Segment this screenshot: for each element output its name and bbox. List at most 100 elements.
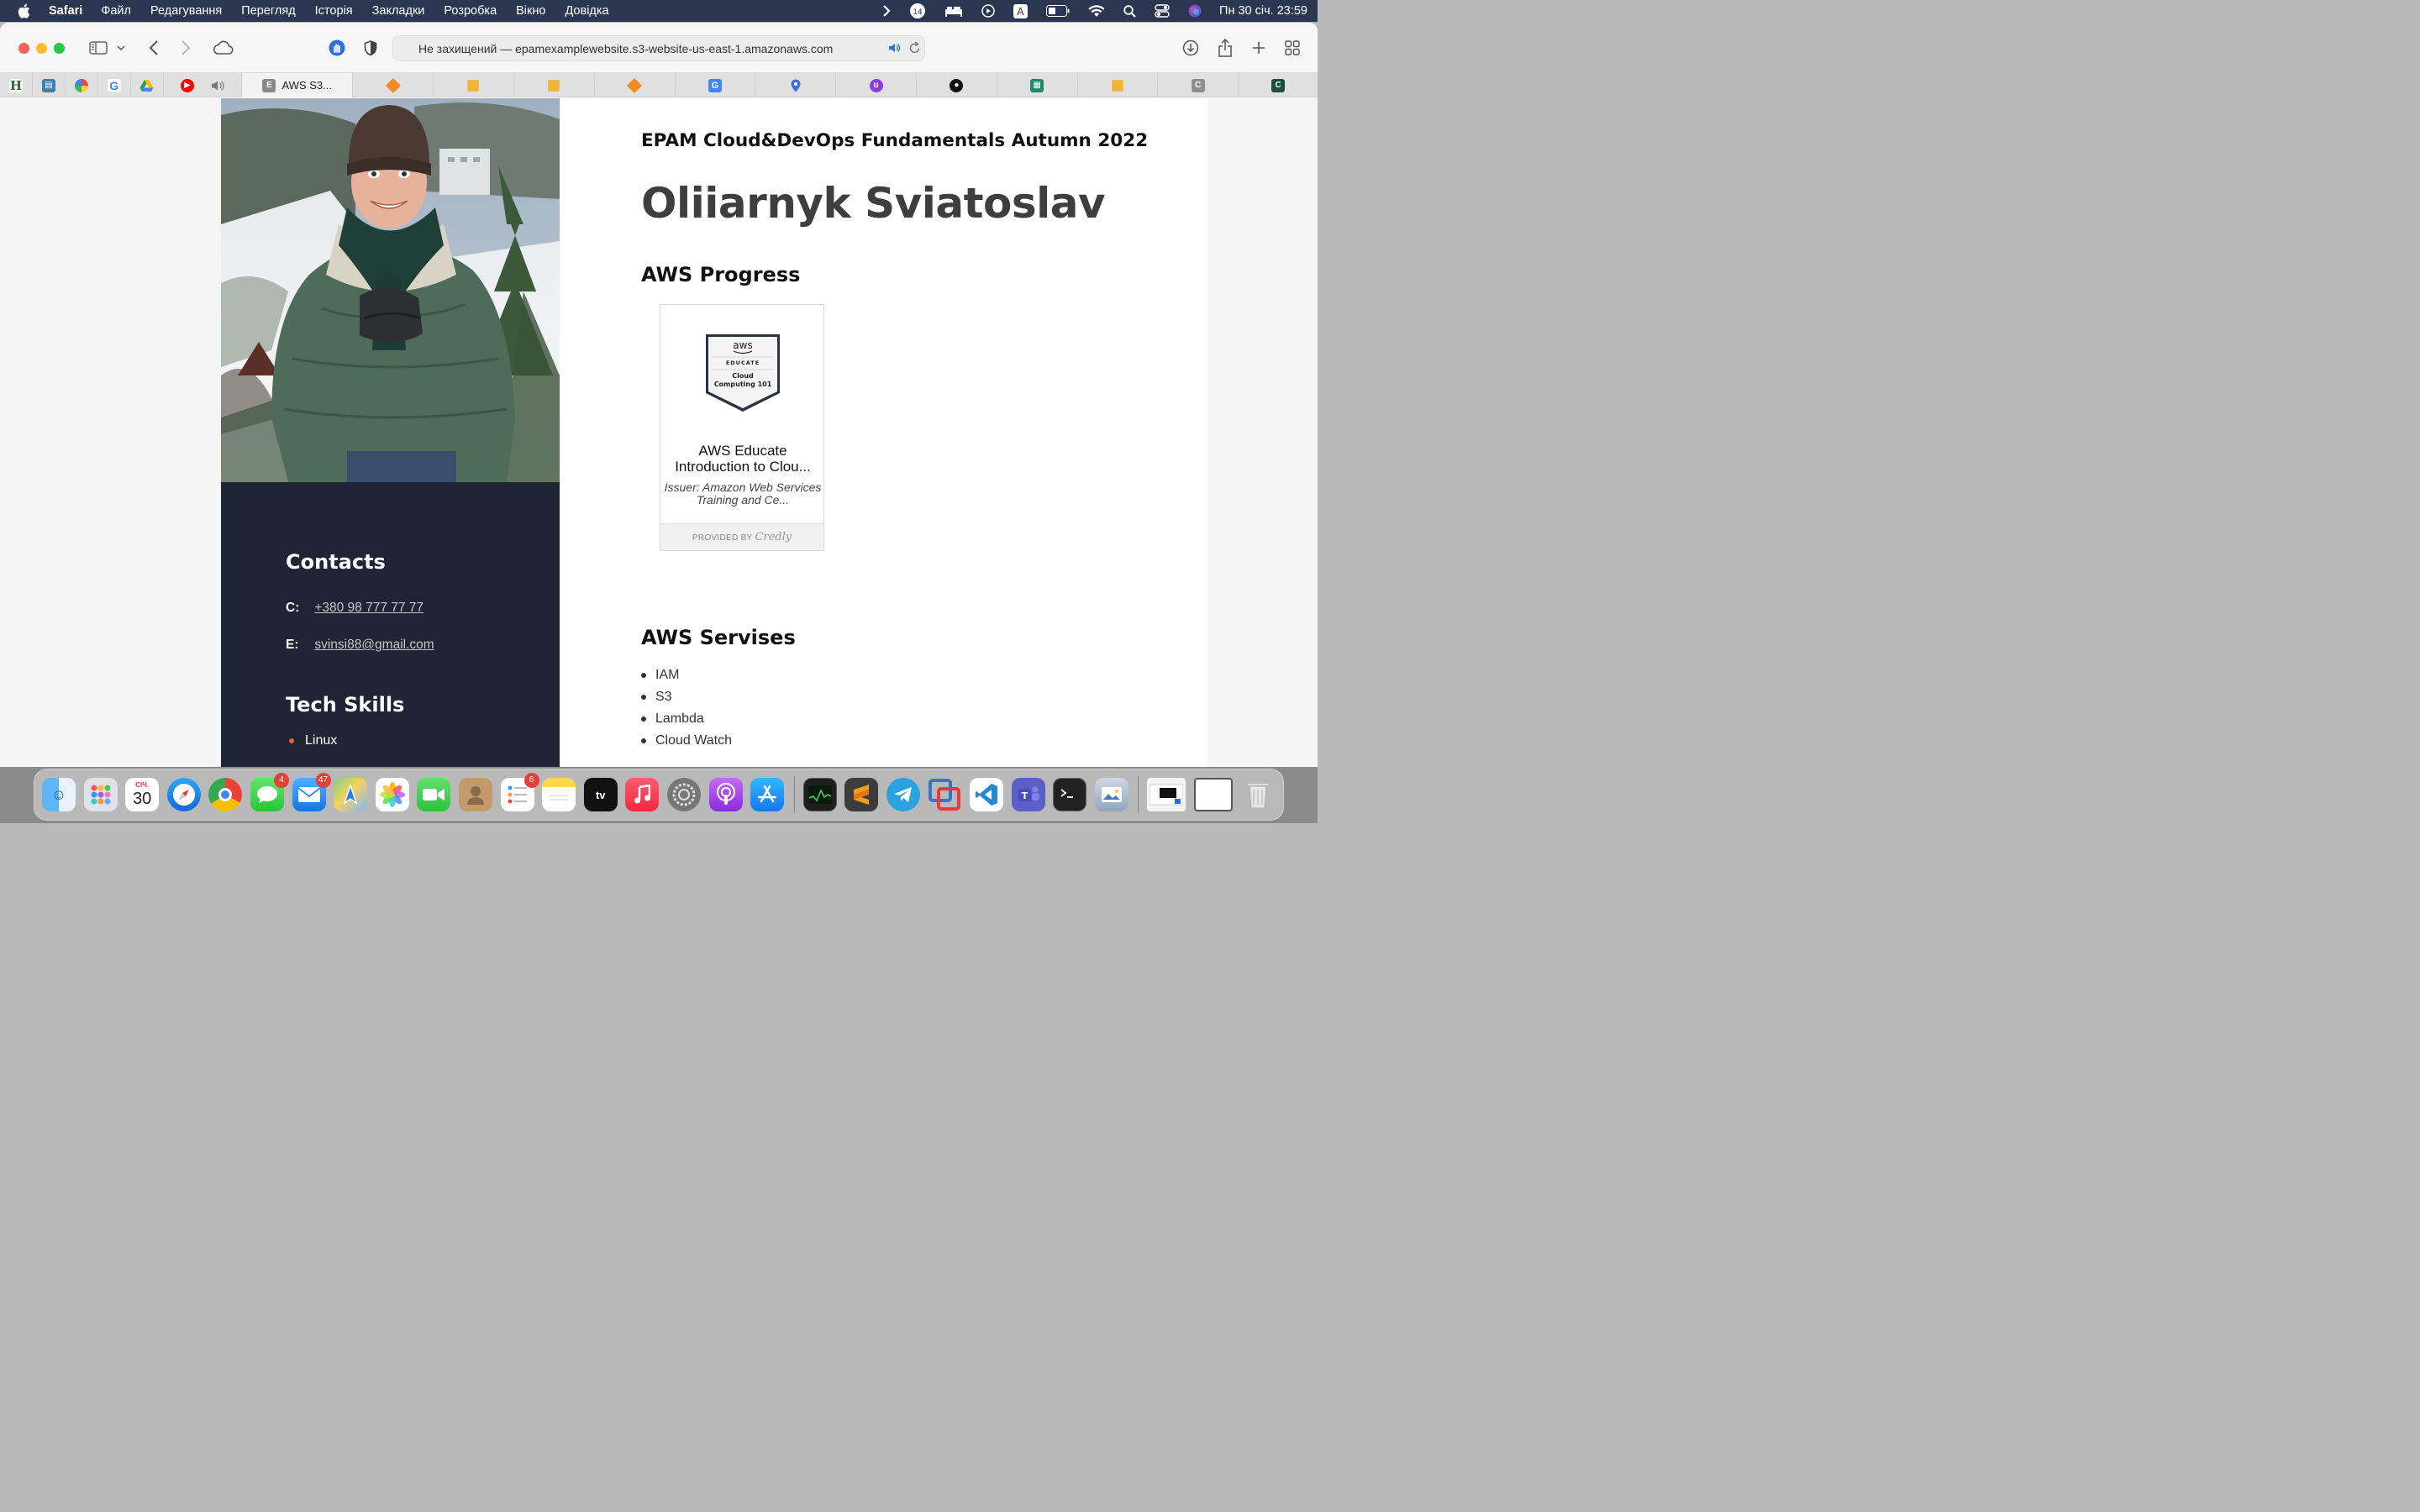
- teams-icon[interactable]: T: [1011, 778, 1045, 811]
- launchpad-icon[interactable]: [83, 778, 118, 811]
- tab-aws-orange-1[interactable]: [353, 73, 434, 97]
- contacts-app-icon[interactable]: [458, 778, 492, 811]
- recent-window-thumbnail[interactable]: [1147, 778, 1186, 811]
- tab-maps[interactable]: [755, 73, 837, 97]
- zoom-window-button[interactable]: [54, 43, 65, 54]
- podcasts-icon[interactable]: [708, 778, 743, 811]
- siri-icon[interactable]: [1188, 4, 1202, 18]
- calendar-icon[interactable]: СІЧ. 30: [125, 778, 160, 811]
- input-source-icon[interactable]: A: [1013, 3, 1028, 18]
- credly-badge-card[interactable]: aws EDUCATE Cloud Computing 101 AWS Educ…: [660, 304, 824, 551]
- menu-window[interactable]: Вікно: [516, 4, 545, 18]
- control-center-icon[interactable]: [1155, 4, 1170, 18]
- telegram-icon[interactable]: [886, 778, 920, 811]
- downloads-icon[interactable]: [1180, 38, 1202, 58]
- minimized-window-thumbnail[interactable]: [1194, 778, 1234, 811]
- pinned-tab-h[interactable]: H: [0, 73, 33, 97]
- apple-menu-icon[interactable]: [17, 3, 30, 18]
- vscode-icon[interactable]: [970, 778, 1004, 811]
- address-bar-url[interactable]: Не захищений — epamexamplewebsite.s3-web…: [418, 42, 833, 55]
- maps-icon[interactable]: [334, 778, 368, 811]
- chrome-icon[interactable]: [208, 778, 243, 811]
- tab-active-aws-s3[interactable]: E AWS S3...: [242, 73, 354, 97]
- reload-icon[interactable]: [908, 41, 921, 59]
- trash-icon[interactable]: [1241, 778, 1275, 811]
- photos-icon[interactable]: [375, 778, 409, 811]
- audio-playing-icon[interactable]: [887, 41, 901, 59]
- terminal-icon[interactable]: [1053, 778, 1087, 811]
- sidebar-toggle-icon[interactable]: [87, 38, 109, 58]
- spotlight-search-icon[interactable]: [1123, 4, 1136, 18]
- reminders-icon[interactable]: 6: [500, 773, 539, 811]
- activity-monitor-icon[interactable]: [802, 778, 837, 811]
- tab-spreadsheet[interactable]: ▦: [997, 73, 1078, 97]
- tab-aws-yellow-2[interactable]: [514, 73, 595, 97]
- tab-purple-u[interactable]: u: [836, 73, 917, 97]
- aws-educate-badge-image[interactable]: aws EDUCATE Cloud Computing 101: [704, 333, 781, 413]
- tab-youtube-music[interactable]: ▶: [164, 73, 243, 97]
- tab-aws-orange-2[interactable]: [595, 73, 676, 97]
- app-store-icon[interactable]: [750, 778, 785, 811]
- phone-row: C: +380 98 777 77 77: [286, 601, 424, 616]
- menu-edit[interactable]: Редагування: [150, 4, 222, 18]
- badge-footer-prefix: PROVIDED BY: [692, 533, 753, 543]
- pinned-tab-drive[interactable]: [131, 73, 164, 97]
- minimize-window-button[interactable]: [36, 43, 47, 54]
- close-window-button[interactable]: [18, 43, 29, 54]
- h-favicon-icon: H: [8, 77, 23, 93]
- sublime-text-icon[interactable]: [844, 778, 879, 811]
- tab-aws-yellow-3[interactable]: [1078, 73, 1159, 97]
- chevron-down-icon[interactable]: [113, 38, 129, 58]
- email-link[interactable]: svinsi88@gmail.com: [314, 638, 434, 652]
- play-circle-icon[interactable]: [981, 4, 995, 18]
- icloud-tabs-icon[interactable]: [211, 38, 234, 58]
- forward-button[interactable]: [175, 38, 197, 58]
- extension-hand-icon[interactable]: [326, 38, 348, 58]
- menu-history[interactable]: Історія: [315, 4, 353, 18]
- chevron-right-icon[interactable]: [882, 5, 891, 17]
- privacy-shield-icon[interactable]: [360, 38, 381, 58]
- system-settings-icon[interactable]: [666, 778, 701, 811]
- pinned-tab-reader[interactable]: ▤: [33, 73, 66, 97]
- share-icon[interactable]: [1214, 38, 1236, 58]
- finder-icon[interactable]: ☺: [42, 778, 76, 811]
- battery-icon[interactable]: [1046, 5, 1070, 17]
- badge-program: EDUCATE: [726, 360, 760, 366]
- notes-icon[interactable]: [542, 778, 576, 811]
- new-tab-icon[interactable]: [1248, 38, 1270, 58]
- menu-app-name[interactable]: Safari: [49, 4, 82, 18]
- badge-footer[interactable]: PROVIDED BY Credly: [660, 523, 823, 550]
- tab-aws-yellow-1[interactable]: [434, 73, 514, 97]
- notifications-icon[interactable]: 14: [909, 3, 926, 19]
- pinned-tab-colorful[interactable]: [66, 73, 98, 97]
- menubar-clock[interactable]: Пн 30 січ. 23:59: [1219, 4, 1307, 18]
- menu-view[interactable]: Перегляд: [241, 4, 295, 18]
- facetime-icon[interactable]: [417, 778, 451, 811]
- menu-help[interactable]: Довідка: [565, 4, 608, 18]
- tab-google-translate[interactable]: G: [676, 73, 756, 97]
- messages-icon[interactable]: 4: [250, 773, 289, 811]
- tab-github[interactable]: ●: [917, 73, 997, 97]
- bed-icon[interactable]: [944, 5, 963, 17]
- tab-audio-icon[interactable]: [211, 80, 225, 92]
- tab-c-green[interactable]: C: [1239, 73, 1318, 97]
- menu-develop[interactable]: Розробка: [444, 4, 497, 18]
- parallels-icon[interactable]: [928, 778, 961, 811]
- tab-c-grey[interactable]: C: [1158, 73, 1239, 97]
- pinned-tab-google[interactable]: G: [98, 73, 131, 97]
- wifi-icon[interactable]: [1088, 4, 1105, 18]
- phone-link[interactable]: +380 98 777 77 77: [314, 601, 424, 615]
- music-icon[interactable]: [625, 778, 660, 811]
- page-viewport[interactable]: Contacts C: +380 98 777 77 77 E: svinsi8…: [0, 98, 1318, 767]
- menu-bookmarks[interactable]: Закладки: [372, 4, 425, 18]
- address-bar[interactable]: Не захищений — epamexamplewebsite.s3-web…: [392, 35, 925, 61]
- tab-overview-icon[interactable]: [1281, 38, 1303, 58]
- badge-title[interactable]: AWS Educate Introduction to Clou...: [660, 443, 825, 475]
- apple-tv-icon[interactable]: tv: [583, 778, 618, 811]
- back-button[interactable]: [143, 38, 165, 58]
- mail-icon[interactable]: 47: [292, 773, 331, 811]
- menu-file[interactable]: Файл: [101, 4, 131, 18]
- preview-icon[interactable]: [1094, 778, 1128, 811]
- badge-line-2: Computing 101: [714, 381, 772, 388]
- safari-icon[interactable]: [166, 778, 201, 811]
